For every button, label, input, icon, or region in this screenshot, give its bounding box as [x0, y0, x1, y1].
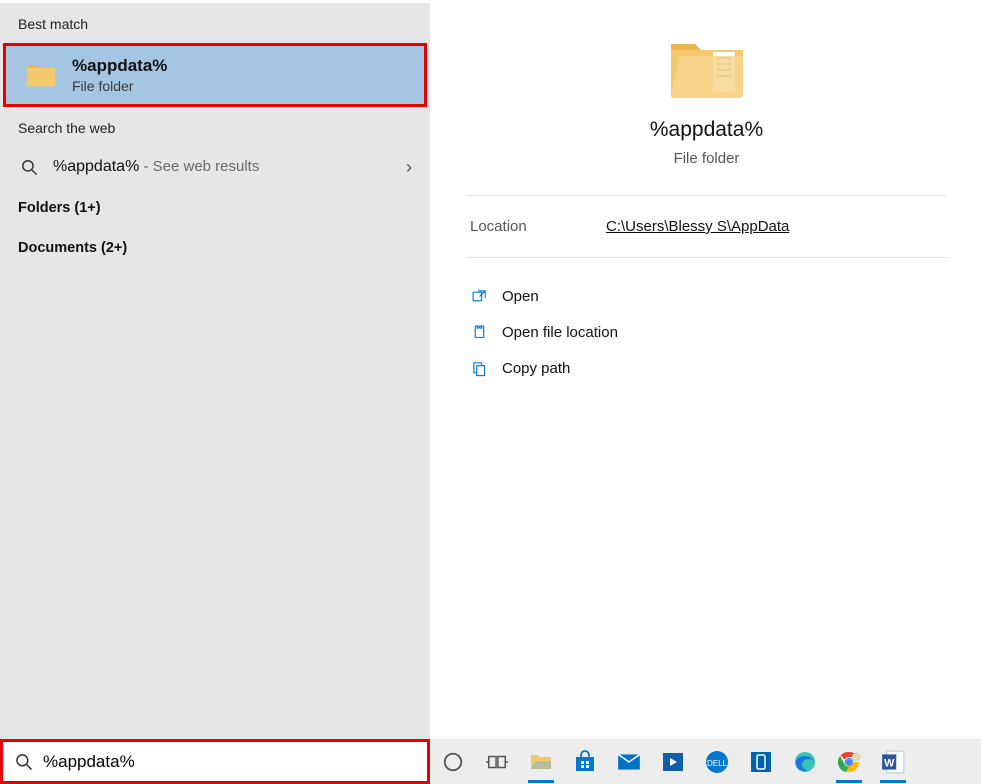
- file-explorer-icon[interactable]: [526, 747, 556, 777]
- open-label: Open: [502, 288, 539, 305]
- search-web-label: Search the web: [0, 107, 430, 147]
- web-suffix: - See web results: [139, 158, 259, 175]
- search-input[interactable]: [43, 752, 417, 772]
- search-results-panel: Best match %appdata% File folder Search …: [0, 0, 430, 739]
- open-location-icon: [470, 323, 488, 341]
- documents-category[interactable]: Documents (2+): [0, 229, 430, 267]
- edge-icon[interactable]: [790, 747, 820, 777]
- folders-category[interactable]: Folders (1+): [0, 189, 430, 227]
- taskbar: DELL W: [430, 739, 981, 784]
- folder-icon-large: [667, 32, 747, 102]
- search-icon: [13, 751, 35, 773]
- web-query: %appdata%: [53, 158, 139, 175]
- preview-title: %appdata%: [650, 118, 763, 142]
- svg-text:DELL: DELL: [707, 759, 728, 768]
- open-icon: [470, 287, 488, 305]
- copy-path-icon: [470, 359, 488, 377]
- chevron-right-icon: ›: [406, 157, 412, 178]
- web-search-result[interactable]: %appdata% - See web results ›: [0, 147, 430, 187]
- best-match-subtitle: File folder: [72, 78, 167, 94]
- cortana-icon[interactable]: [438, 747, 468, 777]
- search-box[interactable]: [0, 739, 430, 784]
- movies-icon[interactable]: [658, 747, 688, 777]
- open-action[interactable]: Open: [466, 280, 947, 312]
- dell-icon[interactable]: DELL: [702, 747, 732, 777]
- location-path[interactable]: C:\Users\Blessy S\AppData: [606, 218, 789, 235]
- open-location-label: Open file location: [502, 324, 618, 341]
- copy-path-label: Copy path: [502, 360, 570, 377]
- location-label: Location: [470, 218, 606, 235]
- best-match-title: %appdata%: [72, 56, 167, 76]
- preview-panel: %appdata% File folder Location C:\Users\…: [432, 0, 981, 739]
- copy-path-action[interactable]: Copy path: [466, 352, 947, 384]
- location-row: Location C:\Users\Blessy S\AppData: [466, 196, 947, 258]
- word-icon[interactable]: W: [878, 747, 908, 777]
- best-match-result[interactable]: %appdata% File folder: [3, 43, 427, 107]
- store-icon[interactable]: [570, 747, 600, 777]
- preview-subtitle: File folder: [674, 150, 740, 167]
- svg-text:W: W: [884, 757, 895, 769]
- open-file-location-action[interactable]: Open file location: [466, 316, 947, 348]
- your-phone-icon[interactable]: [746, 747, 776, 777]
- search-icon: [18, 156, 40, 178]
- mail-icon[interactable]: [614, 747, 644, 777]
- chrome-icon[interactable]: [834, 747, 864, 777]
- best-match-label: Best match: [0, 3, 430, 43]
- folder-icon: [24, 58, 58, 92]
- task-view-icon[interactable]: [482, 747, 512, 777]
- best-match-text: %appdata% File folder: [72, 56, 167, 94]
